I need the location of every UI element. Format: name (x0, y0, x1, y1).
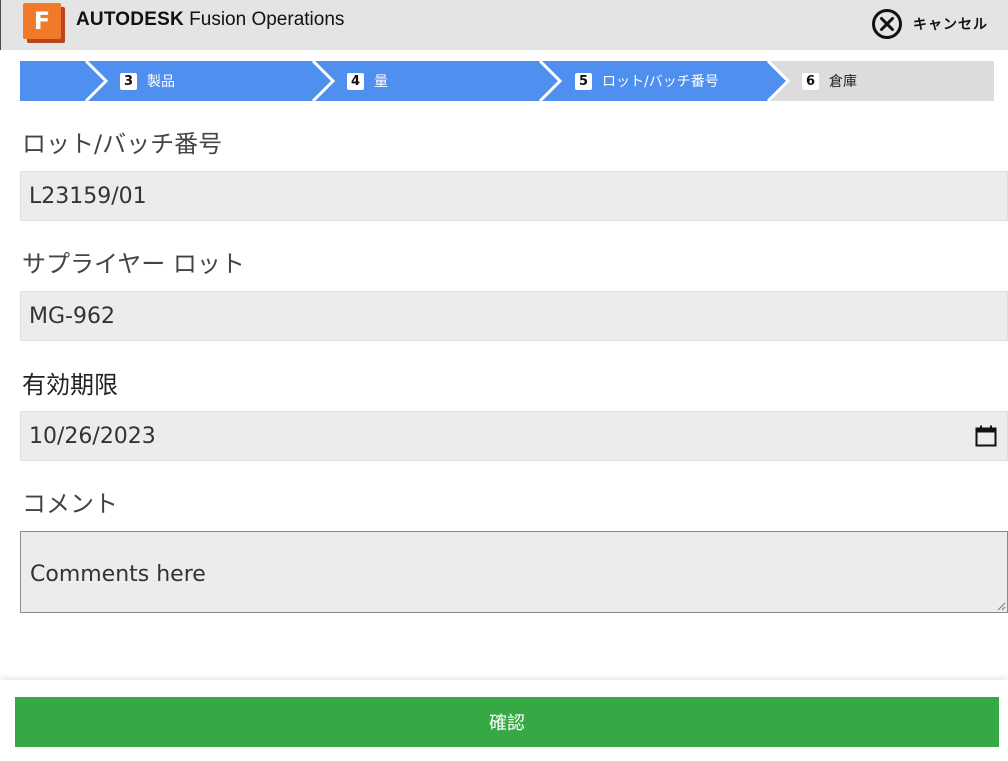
app-root: F AUTODESK Fusion Operations キャンセル 3 製品 … (0, 0, 1008, 761)
app-title: AUTODESK Fusion Operations (76, 9, 344, 31)
resize-grip-icon[interactable] (996, 601, 1006, 611)
step-label: 量 (374, 74, 388, 90)
step-number: 3 (120, 72, 137, 90)
step-warehouse[interactable]: 6 倉庫 (802, 61, 857, 101)
expiry-date-value: 10/26/2023 (29, 423, 156, 449)
step-label: 製品 (147, 74, 175, 90)
supplier-lot-label: サプライヤー ロット (22, 250, 245, 278)
cancel-label: キャンセル (913, 17, 988, 33)
confirm-button[interactable]: 確認 (15, 697, 999, 747)
step-quantity[interactable]: 4 量 (347, 61, 388, 101)
step-label: 倉庫 (829, 74, 857, 90)
expiry-date-input[interactable]: 10/26/2023 (20, 411, 1008, 461)
supplier-lot-value: MG-962 (29, 303, 115, 329)
close-circle-icon (872, 9, 902, 39)
progress-stepper: 3 製品 4 量 5 ロット/バッチ番号 6 倉庫 (20, 61, 994, 101)
lot-number-label: ロット/バッチ番号 (22, 130, 223, 158)
confirm-label: 確認 (489, 713, 525, 734)
supplier-lot-input[interactable]: MG-962 (20, 291, 1008, 341)
fusion-logo-icon: F (23, 3, 65, 43)
app-header: F AUTODESK Fusion Operations キャンセル (0, 0, 1008, 50)
calendar-icon[interactable] (975, 425, 997, 447)
lot-number-input[interactable]: L23159/01 (20, 171, 1008, 221)
brand-name: AUTODESK (76, 9, 184, 30)
comment-label: コメント (22, 490, 118, 518)
step-product[interactable]: 3 製品 (120, 61, 175, 101)
step-number: 4 (347, 72, 364, 90)
footer-bar: 確認 (0, 680, 1008, 761)
cancel-button[interactable]: キャンセル (871, 8, 988, 40)
comment-placeholder: Comments here (30, 562, 206, 587)
logo-letter: F (23, 3, 61, 39)
comment-textarea[interactable]: Comments here (20, 531, 1008, 613)
product-name: Fusion Operations (189, 9, 345, 30)
lot-number-value: L23159/01 (29, 183, 147, 209)
step-number: 6 (802, 72, 819, 90)
step-number: 5 (575, 72, 592, 90)
step-lot-batch[interactable]: 5 ロット/バッチ番号 (575, 61, 719, 101)
expiry-date-label: 有効期限 (22, 371, 118, 399)
step-label: ロット/バッチ番号 (602, 74, 719, 90)
